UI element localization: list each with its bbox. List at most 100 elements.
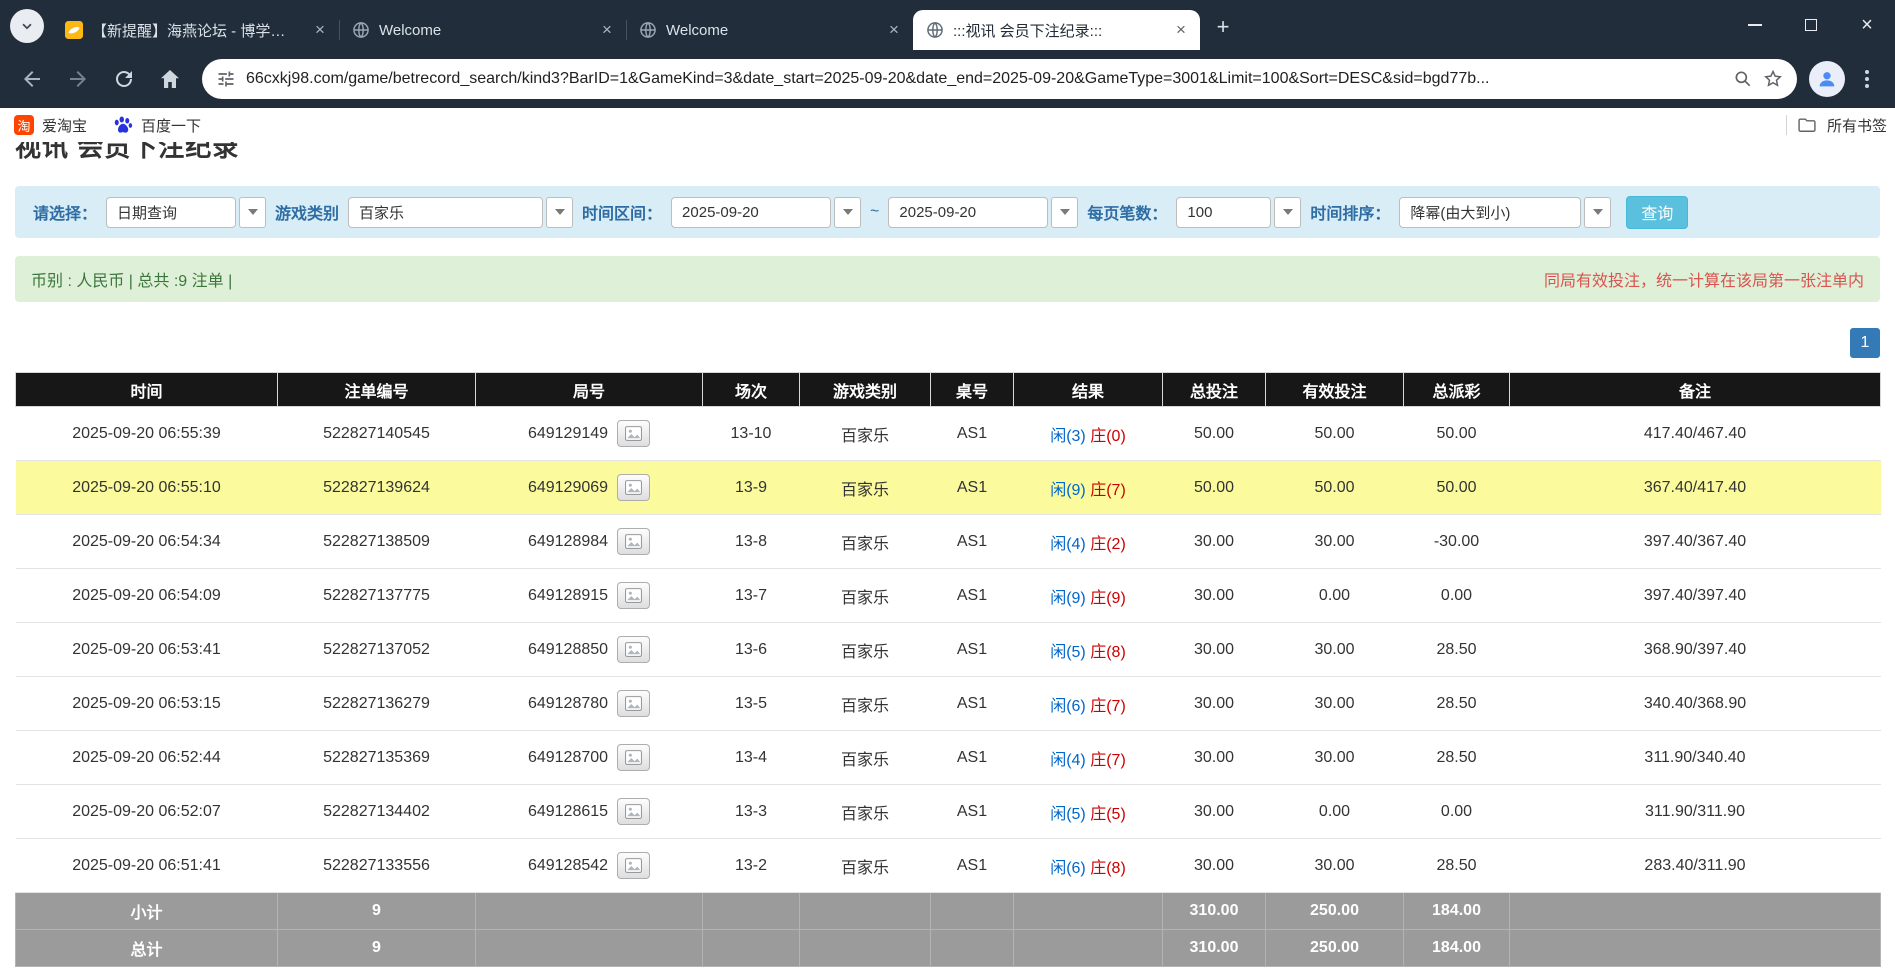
subtotal-valid-bet: 250.00 — [1266, 893, 1404, 930]
round-detail-button[interactable] — [617, 744, 650, 771]
query-mode-combo[interactable]: 日期查询 — [106, 197, 266, 228]
sort-value[interactable]: 降幂(由大到小) — [1399, 197, 1581, 228]
summary-bar: 币别 : 人民币 | 总共 :9 注单 | 同局有效投注，统一计算在该局第一张注… — [15, 256, 1880, 302]
header-time: 时间 — [16, 373, 278, 407]
chevron-down-icon[interactable] — [546, 197, 573, 228]
date-end-value[interactable]: 2025-09-20 — [888, 197, 1048, 228]
reload-button[interactable] — [104, 59, 144, 99]
cell-note: 311.90/340.40 — [1510, 731, 1881, 785]
browser-tab-welcome-2[interactable]: Welcome — [626, 10, 913, 50]
result-banker: 庄(7) — [1090, 752, 1126, 769]
round-detail-button[interactable] — [617, 582, 650, 609]
cell-bet-no: 522827138509 — [278, 515, 476, 569]
tab-strip: 【新提醒】海燕论坛 - 博学交流 Welcome Welcome :::视讯 会… — [0, 0, 1895, 50]
home-button[interactable] — [150, 59, 190, 99]
tab-search-button[interactable] — [10, 9, 44, 43]
tab-close-icon[interactable] — [309, 19, 331, 41]
cell-bet-no: 522827140545 — [278, 407, 476, 461]
cell-total-bet[interactable]: 30.00 — [1163, 569, 1266, 623]
tab-close-icon[interactable] — [883, 19, 905, 41]
game-category-combo[interactable]: 百家乐 — [348, 197, 573, 228]
profile-button[interactable] — [1809, 61, 1845, 97]
all-bookmarks[interactable]: 所有书签 — [1786, 115, 1887, 136]
query-mode-value[interactable]: 日期查询 — [106, 197, 236, 228]
date-start-combo[interactable]: 2025-09-20 — [671, 197, 861, 228]
sort-combo[interactable]: 降幂(由大到小) — [1399, 197, 1611, 228]
chevron-down-icon[interactable] — [1274, 197, 1301, 228]
result-player: 闲(5) — [1050, 644, 1086, 661]
picture-icon — [625, 534, 642, 549]
browser-tab-forum[interactable]: 【新提醒】海燕论坛 - 博学交流 — [52, 10, 339, 50]
page-size-combo[interactable]: 100 — [1176, 197, 1301, 228]
bookmark-star-icon[interactable] — [1763, 69, 1783, 89]
date-end-combo[interactable]: 2025-09-20 — [888, 197, 1078, 228]
forward-button[interactable] — [58, 59, 98, 99]
chevron-down-icon[interactable] — [1051, 197, 1078, 228]
tab-close-icon[interactable] — [1170, 19, 1192, 41]
cell-payout: 28.50 — [1404, 677, 1510, 731]
url-text[interactable]: 66cxkj98.com/game/betrecord_search/kind3… — [246, 70, 1723, 88]
site-info-icon[interactable] — [216, 69, 236, 89]
minimize-button[interactable] — [1727, 0, 1783, 50]
cell-time: 2025-09-20 06:54:09 — [16, 569, 278, 623]
chevron-down-icon[interactable] — [239, 197, 266, 228]
game-category-value[interactable]: 百家乐 — [348, 197, 543, 228]
bookmark-taobao[interactable]: 淘 爱淘宝 — [14, 115, 87, 136]
result-banker: 庄(0) — [1090, 428, 1126, 445]
tab-close-icon[interactable] — [596, 19, 618, 41]
cell-total-bet[interactable]: 30.00 — [1163, 731, 1266, 785]
header-result: 结果 — [1014, 373, 1163, 407]
cell-total-bet[interactable]: 30.00 — [1163, 839, 1266, 893]
browser-menu-button[interactable] — [1851, 59, 1883, 99]
address-bar[interactable]: 66cxkj98.com/game/betrecord_search/kind3… — [202, 59, 1797, 99]
date-range-tilde: ~ — [870, 203, 879, 221]
cell-total-bet[interactable]: 30.00 — [1163, 785, 1266, 839]
browser-tab-welcome-1[interactable]: Welcome — [339, 10, 626, 50]
cell-session: 13-9 — [703, 461, 800, 515]
round-detail-button[interactable] — [617, 474, 650, 501]
cell-note: 397.40/397.40 — [1510, 569, 1881, 623]
globe-icon — [639, 21, 657, 39]
date-start-value[interactable]: 2025-09-20 — [671, 197, 831, 228]
browser-tab-active[interactable]: :::视讯 会员下注纪录::: — [913, 10, 1200, 50]
cell-note: 311.90/311.90 — [1510, 785, 1881, 839]
header-game-category: 游戏类别 — [800, 373, 931, 407]
chevron-down-icon[interactable] — [834, 197, 861, 228]
header-bet-no: 注单编号 — [278, 373, 476, 407]
bookmark-baidu[interactable]: 百度一下 — [113, 115, 201, 136]
cell-table-no: AS1 — [931, 407, 1014, 461]
round-detail-button[interactable] — [617, 420, 650, 447]
new-tab-button[interactable] — [1208, 12, 1238, 42]
round-detail-button[interactable] — [617, 690, 650, 717]
round-detail-button[interactable] — [617, 852, 650, 879]
page-number-button[interactable]: 1 — [1850, 328, 1880, 358]
table-row: 2025-09-20 06:54:09 522827137775 6491289… — [16, 569, 1881, 623]
round-detail-button[interactable] — [617, 636, 650, 663]
round-detail-button[interactable] — [617, 798, 650, 825]
tab-title: :::视讯 会员下注纪录::: — [953, 20, 1161, 41]
picture-icon — [625, 426, 642, 441]
result-player: 闲(9) — [1050, 590, 1086, 607]
cell-total-bet[interactable]: 50.00 — [1163, 407, 1266, 461]
result-banker: 庄(7) — [1090, 698, 1126, 715]
search-button[interactable]: 查询 — [1626, 196, 1688, 229]
chevron-down-icon[interactable] — [1584, 197, 1611, 228]
page-size-label: 每页笔数： — [1087, 200, 1167, 224]
back-icon — [20, 67, 44, 91]
round-detail-button[interactable] — [617, 528, 650, 555]
search-icon[interactable] — [1733, 69, 1753, 89]
cell-total-bet[interactable]: 30.00 — [1163, 623, 1266, 677]
cell-game: 百家乐 — [800, 461, 931, 515]
header-table-no: 桌号 — [931, 373, 1014, 407]
cell-total-bet[interactable]: 50.00 — [1163, 461, 1266, 515]
round-number: 649129069 — [528, 479, 608, 497]
back-button[interactable] — [12, 59, 52, 99]
table-row: 2025-09-20 06:55:10 522827139624 6491290… — [16, 461, 1881, 515]
close-window-button[interactable] — [1839, 0, 1895, 50]
round-number: 649128984 — [528, 533, 608, 551]
cell-total-bet[interactable]: 30.00 — [1163, 677, 1266, 731]
round-number: 649128615 — [528, 803, 608, 821]
page-size-value[interactable]: 100 — [1176, 197, 1271, 228]
cell-total-bet[interactable]: 30.00 — [1163, 515, 1266, 569]
maximize-button[interactable] — [1783, 0, 1839, 50]
